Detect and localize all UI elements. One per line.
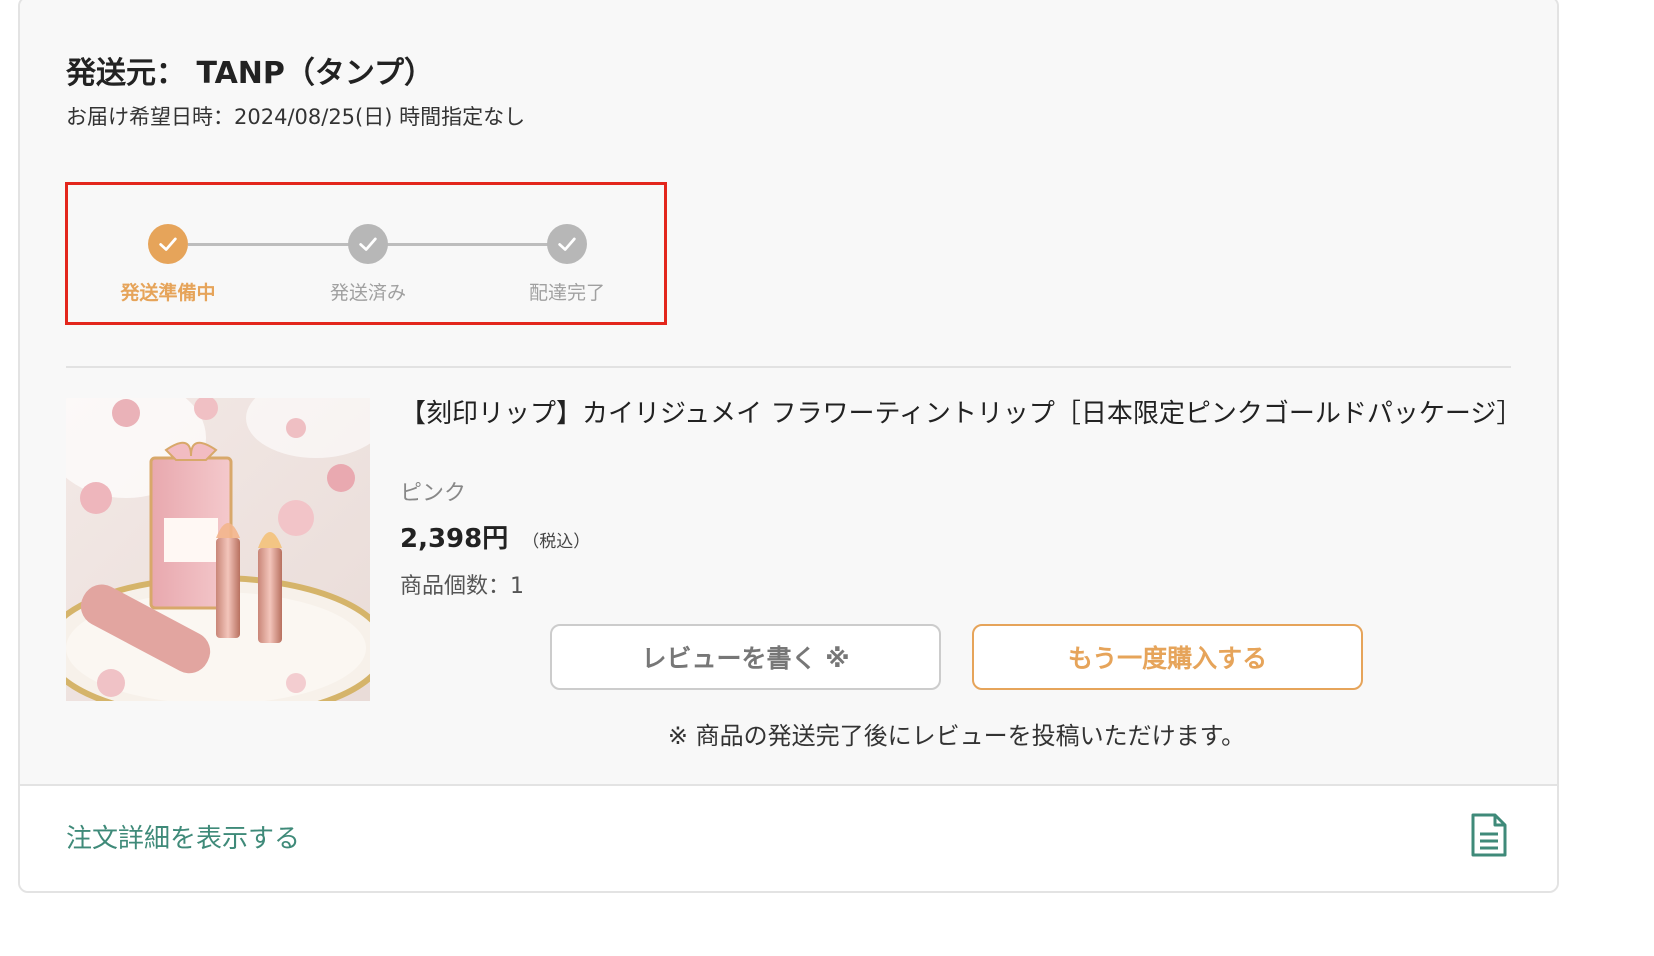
- step-2-check-icon: [348, 224, 388, 264]
- delivery-date: お届け希望日時：2024/08/25(日) 時間指定なし: [66, 105, 526, 129]
- product-title[interactable]: 【刻印リップ】カイリジュメイ フラワーティントリップ［日本限定ピンクゴールドパッ…: [400, 396, 1522, 433]
- order-detail-row[interactable]: 注文詳細を表示する: [20, 784, 1557, 891]
- order-card: 発送元： TANP（タンプ） お届け希望日時：2024/08/25(日) 時間指…: [18, 0, 1559, 893]
- product-price: 2,398円 （税込）: [400, 518, 590, 555]
- price-value: 2,398円: [400, 524, 509, 554]
- order-detail-link[interactable]: 注文詳細を表示する: [66, 818, 300, 855]
- step-3-label: 配達完了: [528, 282, 606, 304]
- shipping-progress-tracker: 発送準備中 発送済み 配達完了: [65, 182, 667, 325]
- tax-note: （税込）: [522, 532, 591, 552]
- step-1-label: 発送準備中: [120, 282, 216, 304]
- step-1-check-icon: [148, 224, 188, 264]
- product-quantity: 商品個数：1: [400, 574, 524, 599]
- document-icon[interactable]: [1469, 812, 1509, 858]
- write-review-button[interactable]: レビューを書く ※: [550, 624, 941, 690]
- review-note: ※ 商品の発送完了後にレビューを投稿いただけます。: [667, 722, 1246, 750]
- product-variant: ピンク: [400, 481, 467, 506]
- buy-again-button[interactable]: もう一度購入する: [972, 624, 1363, 690]
- section-divider: [66, 366, 1511, 368]
- shipper-title: 発送元： TANP（タンプ）: [66, 56, 434, 91]
- product-image[interactable]: [66, 398, 370, 701]
- progress-connector: [188, 243, 351, 246]
- step-3-check-icon: [547, 224, 587, 264]
- progress-connector: [387, 243, 550, 246]
- step-2-label: 発送済み: [329, 282, 407, 304]
- shipment-section: 発送元： TANP（タンプ） お届け希望日時：2024/08/25(日) 時間指…: [20, 0, 1557, 784]
